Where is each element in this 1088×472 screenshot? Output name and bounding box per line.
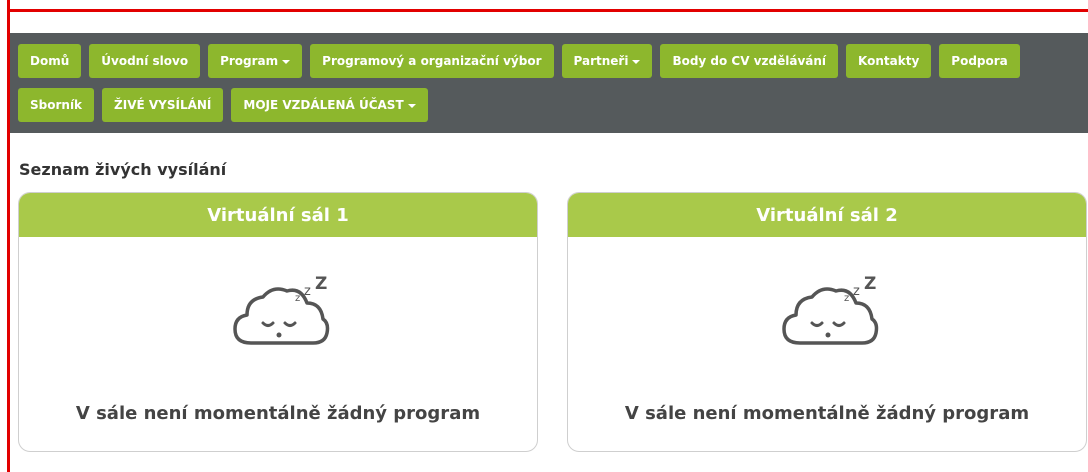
nav-item-label: Sborník — [30, 98, 83, 112]
hall-card-1[interactable]: Virtuální sál 1 z z Z V sále není moment… — [18, 192, 538, 452]
nav-item-label: Domů — [30, 54, 70, 68]
nav-item-program[interactable]: Program — [208, 44, 303, 78]
svg-text:Z: Z — [315, 274, 327, 294]
caret-down-icon — [407, 103, 416, 108]
nav-row-1: Domů Úvodní slovo Program Programový a o… — [18, 44, 1020, 78]
nav-item-label: Úvodní slovo — [101, 54, 189, 68]
nav-item-label: MOJE VZDÁLENÁ ÚČAST — [243, 98, 404, 112]
nav-item-uvodni-slovo[interactable]: Úvodní slovo — [89, 44, 201, 78]
svg-text:z: z — [295, 293, 300, 304]
red-frame-left — [0, 0, 10, 472]
svg-text:z: z — [853, 284, 860, 299]
hall-card-2[interactable]: Virtuální sál 2 z z Z V sále není moment… — [567, 192, 1087, 452]
sleeping-cloud-icon: z z Z — [233, 274, 330, 345]
nav-item-partneri[interactable]: Partneři — [561, 44, 653, 78]
nav-item-moje-ucast[interactable]: MOJE VZDÁLENÁ ÚČAST — [231, 88, 428, 122]
nav-item-podpora[interactable]: Podpora — [939, 44, 1020, 78]
nav-item-vybor[interactable]: Programový a organizační výbor — [310, 44, 554, 78]
sleeping-cloud-icon: z z Z — [782, 274, 879, 345]
svg-text:z: z — [844, 293, 849, 304]
nav-row-2: Sborník ŽIVÉ VYSÍLÁNÍ MOJE VZDÁLENÁ ÚČAS… — [18, 88, 428, 122]
nav-item-label: Program — [220, 54, 279, 68]
nav-item-label: ŽIVÉ VYSÍLÁNÍ — [114, 98, 212, 112]
hall-status-message: V sále není momentálně žádný program — [75, 403, 481, 424]
red-frame-top — [10, 9, 1088, 12]
caret-down-icon — [632, 59, 641, 64]
nav-item-label: Programový a organizační výbor — [322, 54, 542, 68]
main-navbar: Domů Úvodní slovo Program Programový a o… — [10, 33, 1088, 133]
nav-item-label: Podpora — [951, 54, 1008, 68]
nav-item-domu[interactable]: Domů — [18, 44, 82, 78]
hall-card-header: Virtuální sál 1 — [19, 193, 537, 237]
svg-text:Z: Z — [864, 274, 876, 294]
hall-status-message: V sále není momentálně žádný program — [624, 403, 1030, 424]
nav-item-kontakty[interactable]: Kontakty — [846, 44, 932, 78]
nav-item-body-cv[interactable]: Body do CV vzdělávání — [660, 44, 839, 78]
page-title: Seznam živých vysílání — [19, 160, 227, 179]
nav-item-label: Partneři — [573, 54, 629, 68]
svg-text:z: z — [304, 284, 311, 299]
nav-item-label: Body do CV vzdělávání — [672, 54, 827, 68]
top-strip — [10, 0, 1088, 9]
caret-down-icon — [282, 59, 291, 64]
nav-item-zive-vysilani[interactable]: ŽIVÉ VYSÍLÁNÍ — [102, 88, 224, 122]
nav-item-sbornik[interactable]: Sborník — [18, 88, 95, 122]
nav-item-label: Kontakty — [858, 54, 920, 68]
hall-card-header: Virtuální sál 2 — [568, 193, 1086, 237]
